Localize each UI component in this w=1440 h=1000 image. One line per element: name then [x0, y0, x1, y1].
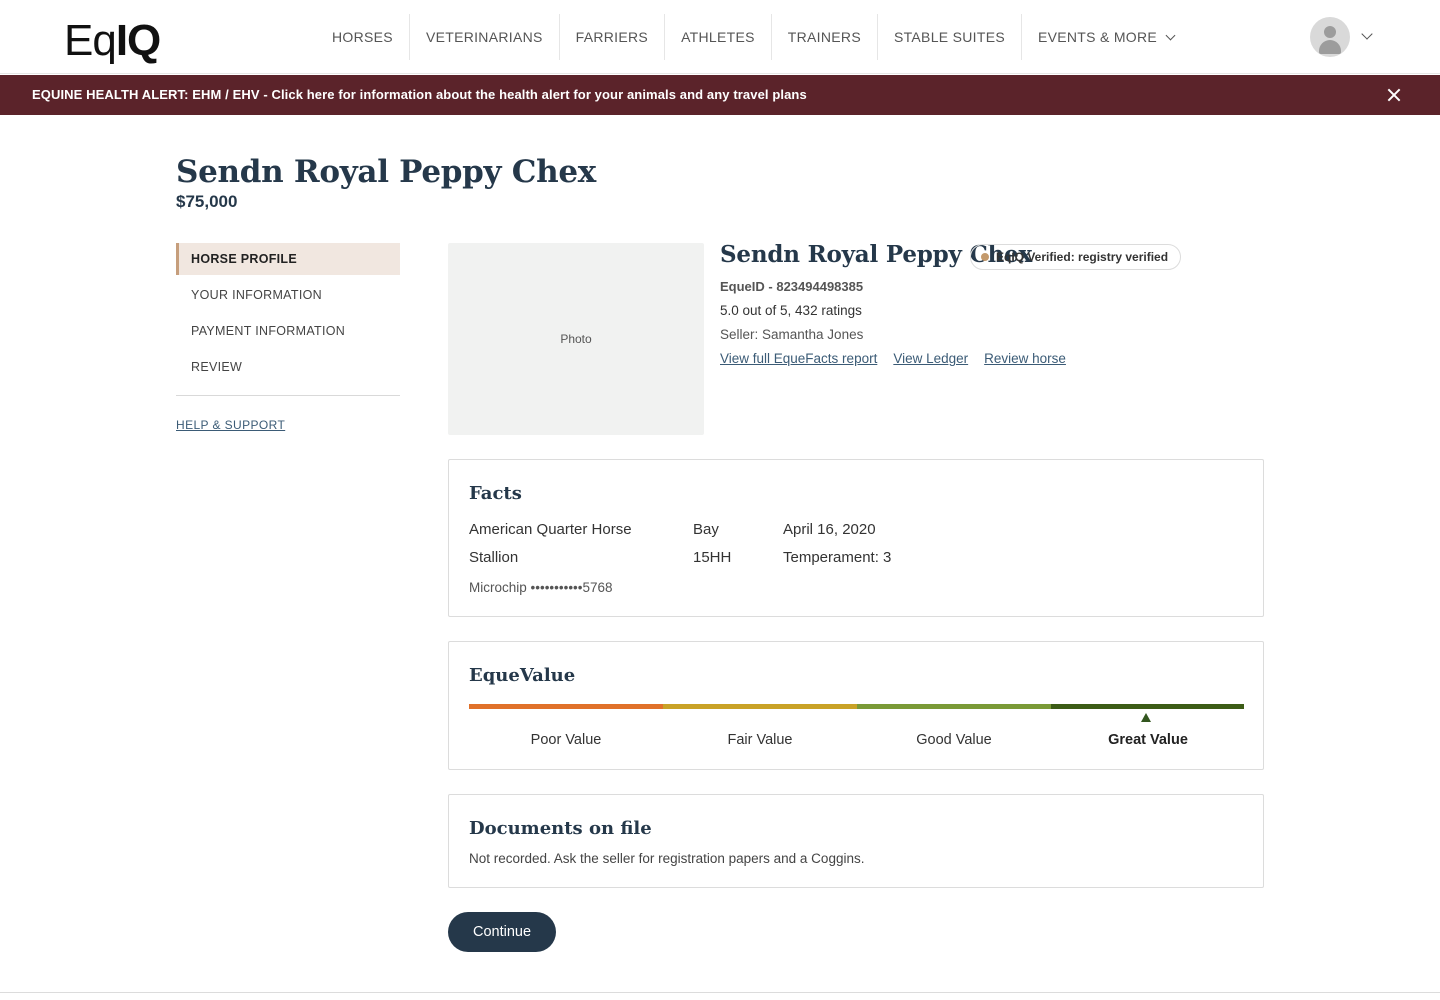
verified-dot-icon	[981, 253, 989, 261]
equefacts-report-link[interactable]: View full EqueFacts report	[720, 351, 877, 366]
page-title: Sendn Royal Peppy Chex	[176, 154, 596, 190]
close-icon[interactable]	[1386, 87, 1402, 103]
documents-title: Documents on file	[469, 818, 652, 839]
step-payment-information[interactable]: PAYMENT INFORMATION	[176, 315, 400, 347]
fact-birth-date: April 16, 2020	[783, 521, 876, 538]
health-alert-banner: EQUINE HEALTH ALERT: EHM / EHV - Click h…	[0, 75, 1440, 115]
step-your-information[interactable]: YOUR INFORMATION	[176, 279, 400, 311]
chevron-down-icon	[1165, 30, 1176, 40]
equevalue-title: EqueValue	[469, 665, 576, 686]
horse-photo-placeholder: Photo	[448, 243, 704, 435]
facts-card: Facts American Quarter Horse Bay April 1…	[448, 459, 1264, 617]
nav-horses[interactable]: HORSES	[316, 14, 410, 60]
value-label-great: Great Value	[1108, 732, 1188, 748]
nav-athletes[interactable]: ATHLETES	[665, 14, 772, 60]
price: $75,000	[176, 192, 238, 211]
nav-stable-suites[interactable]: STABLE SUITES	[878, 14, 1022, 60]
facts-title: Facts	[469, 483, 522, 504]
nav-veterinarians[interactable]: VETERINARIANS	[410, 14, 560, 60]
value-bar-great	[1051, 704, 1244, 709]
account-menu-chevron-down-icon[interactable]	[1361, 28, 1373, 40]
avatar-body-shape	[1319, 40, 1341, 54]
fact-height: 15HH	[693, 549, 732, 566]
profile-links: View full EqueFacts report View Ledger R…	[720, 351, 1082, 366]
documents-card: Documents on file Not recorded. Ask the …	[448, 794, 1264, 888]
fact-microchip: Microchip •••••••••••5768	[469, 580, 613, 595]
value-label-poor: Poor Value	[530, 732, 602, 748]
fact-temperament: Temperament: 3	[783, 549, 892, 566]
verified-badge-label: EqIQ Verified: registry verified	[996, 250, 1169, 264]
user-avatar[interactable]	[1310, 17, 1350, 57]
main-nav: HORSES VETERINARIANS FARRIERS ATHLETES T…	[316, 14, 1190, 60]
avatar-head-shape	[1324, 26, 1336, 38]
footer-divider	[0, 992, 1440, 993]
value-bar-fair	[663, 704, 857, 709]
checkout-steps-sidebar: HORSE PROFILE YOUR INFORMATION PAYMENT I…	[176, 243, 400, 434]
logo-part-bold: IQ	[115, 16, 161, 65]
sidebar-divider	[176, 395, 400, 396]
nav-events-more[interactable]: EVENTS & MORE	[1022, 14, 1190, 60]
eque-id: EqueID - 823494498385	[720, 279, 864, 294]
continue-button[interactable]: Continue	[448, 912, 556, 952]
verified-badge: EqIQ Verified: registry verified	[970, 244, 1182, 270]
fact-breed: American Quarter Horse	[469, 521, 632, 538]
health-alert-link[interactable]: EQUINE HEALTH ALERT: EHM / EHV - Click h…	[32, 87, 807, 102]
view-ledger-link[interactable]: View Ledger	[893, 351, 968, 366]
value-bar-poor	[469, 704, 663, 709]
nav-events-more-label: EVENTS & MORE	[1037, 29, 1158, 45]
value-label-good: Good Value	[916, 732, 992, 748]
step-horse-profile[interactable]: HORSE PROFILE	[176, 243, 400, 275]
seller: Seller: Samantha Jones	[720, 327, 864, 342]
value-label-fair: Fair Value	[727, 732, 793, 748]
ratings: 5.0 out of 5, 432 ratings	[720, 303, 862, 318]
top-header: Eq IQ HORSES VETERINARIANS FARRIERS ATHLE…	[0, 0, 1440, 74]
eqiq-logo[interactable]: Eq IQ	[64, 14, 161, 65]
review-horse-link[interactable]: Review horse	[984, 351, 1066, 366]
documents-status: Not recorded. Ask the seller for registr…	[469, 851, 865, 866]
nav-farriers[interactable]: FARRIERS	[560, 14, 666, 60]
logo-part-light: Eq	[64, 16, 117, 65]
value-marker-icon	[1141, 713, 1151, 722]
fact-sex: Stallion	[469, 549, 519, 566]
value-bar-good	[857, 704, 1051, 709]
equevalue-card: EqueValue Poor Value Fair Value Good Val…	[448, 641, 1264, 770]
nav-trainers[interactable]: TRAINERS	[772, 14, 878, 60]
step-review[interactable]: REVIEW	[176, 351, 400, 383]
help-support-link[interactable]: HELP & SUPPORT	[176, 418, 285, 432]
fact-color: Bay	[693, 521, 719, 538]
photo-label: Photo	[560, 332, 592, 346]
